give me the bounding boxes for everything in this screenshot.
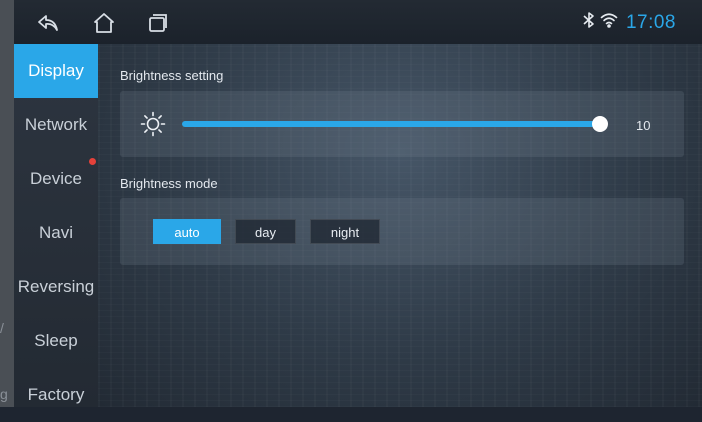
brightness-slider-fill [182,121,600,127]
sidebar-item-network[interactable]: Network [14,98,98,152]
status-bar: 17:08 [14,0,702,44]
brightness-slider[interactable] [182,116,608,132]
recent-apps-icon[interactable] [146,11,170,35]
brightness-mode-label: Brightness mode [120,176,218,191]
clock: 17:08 [625,11,676,33]
sidebar-item-navi[interactable]: Navi [14,206,98,260]
brightness-slider-thumb[interactable] [592,116,608,132]
sidebar-item-display[interactable]: Display [14,44,98,98]
brightness-mode-panel: auto day night [120,198,684,265]
back-icon[interactable] [36,11,60,35]
settings-sidebar: Display Network Device Navi Reversing Sl… [14,44,98,407]
display-settings-panel: Brightness setting 10 Brightness mode au… [98,44,702,407]
mode-night-button[interactable]: night [310,219,380,244]
brightness-value: 10 [636,118,651,133]
mode-day-button[interactable]: day [235,219,296,244]
left-edge-strip: / g [0,0,14,407]
brightness-panel: 10 [120,91,684,157]
sidebar-item-label: Network [24,115,88,134]
sidebar-item-device[interactable]: Device [14,152,98,206]
mode-auto-button[interactable]: auto [153,219,221,244]
sidebar-item-label: Device [30,169,82,188]
sidebar-item-label: Factory [27,385,85,404]
home-icon[interactable] [92,11,116,35]
bluetooth-icon [582,11,596,34]
sidebar-item-label: Reversing [17,277,95,296]
sun-icon [140,111,166,142]
sidebar-item-sleep[interactable]: Sleep [14,314,98,368]
sidebar-item-reversing[interactable]: Reversing [14,260,98,314]
wifi-icon [600,12,618,33]
sidebar-item-label: Navi [38,223,73,242]
left-edge-fragment: g [0,386,8,402]
sidebar-item-label: Sleep [34,331,78,350]
left-edge-fragment: / [0,320,4,336]
brightness-setting-label: Brightness setting [120,68,224,83]
status-indicators: 17:08 [582,11,676,34]
sidebar-item-label: Display [28,61,84,80]
sidebar-item-factory[interactable]: Factory [14,368,98,422]
notification-badge [89,158,96,165]
